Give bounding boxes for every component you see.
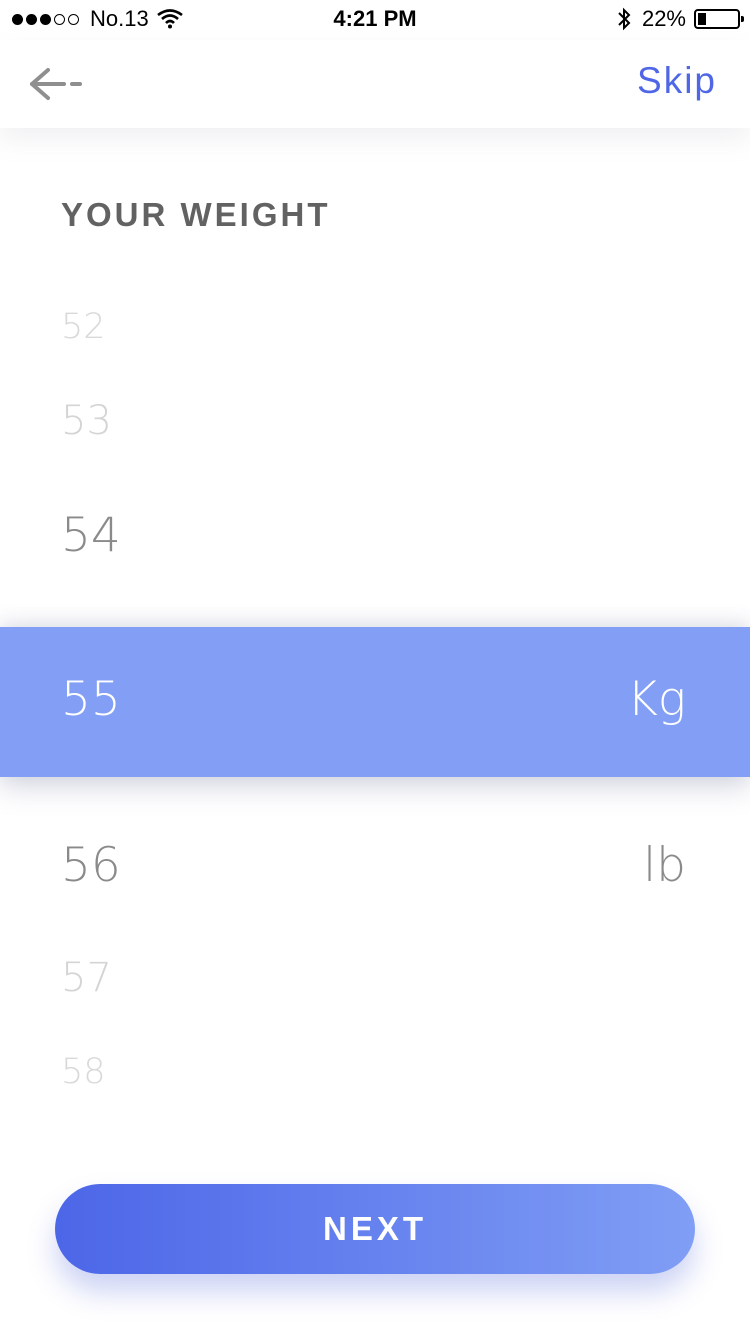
battery-icon bbox=[694, 9, 744, 29]
picker-option[interactable]: 54 bbox=[61, 508, 121, 563]
battery-percent: 22% bbox=[641, 6, 686, 31]
bluetooth-icon bbox=[618, 7, 631, 31]
picker-option[interactable]: 53 bbox=[61, 398, 112, 444]
unit-option-kg[interactable]: Kg bbox=[627, 672, 686, 727]
status-right: 22% bbox=[616, 6, 744, 32]
picker-selected-row[interactable]: 55 Kg bbox=[0, 627, 750, 777]
next-button-label: NEXT bbox=[322, 1210, 427, 1247]
picker-option[interactable]: 58 bbox=[61, 1052, 106, 1092]
status-bar: No.13 4:21 PM 22% bbox=[0, 0, 750, 40]
next-button[interactable]: NEXT bbox=[55, 1184, 695, 1274]
skip-button[interactable]: Skip bbox=[637, 60, 717, 102]
unit-option-lb[interactable]: lb bbox=[643, 838, 686, 893]
selected-weight-value: 55 bbox=[61, 672, 121, 727]
battery-level-fill bbox=[698, 13, 706, 25]
picker-option[interactable]: 52 bbox=[61, 307, 106, 347]
picker-option[interactable]: 56 bbox=[61, 838, 121, 893]
picker-option[interactable]: 57 bbox=[61, 955, 112, 1001]
arrow-left-icon[interactable] bbox=[26, 64, 86, 104]
page-title: YOUR WEIGHT bbox=[61, 196, 331, 233]
nav-bar: Skip bbox=[0, 40, 750, 128]
